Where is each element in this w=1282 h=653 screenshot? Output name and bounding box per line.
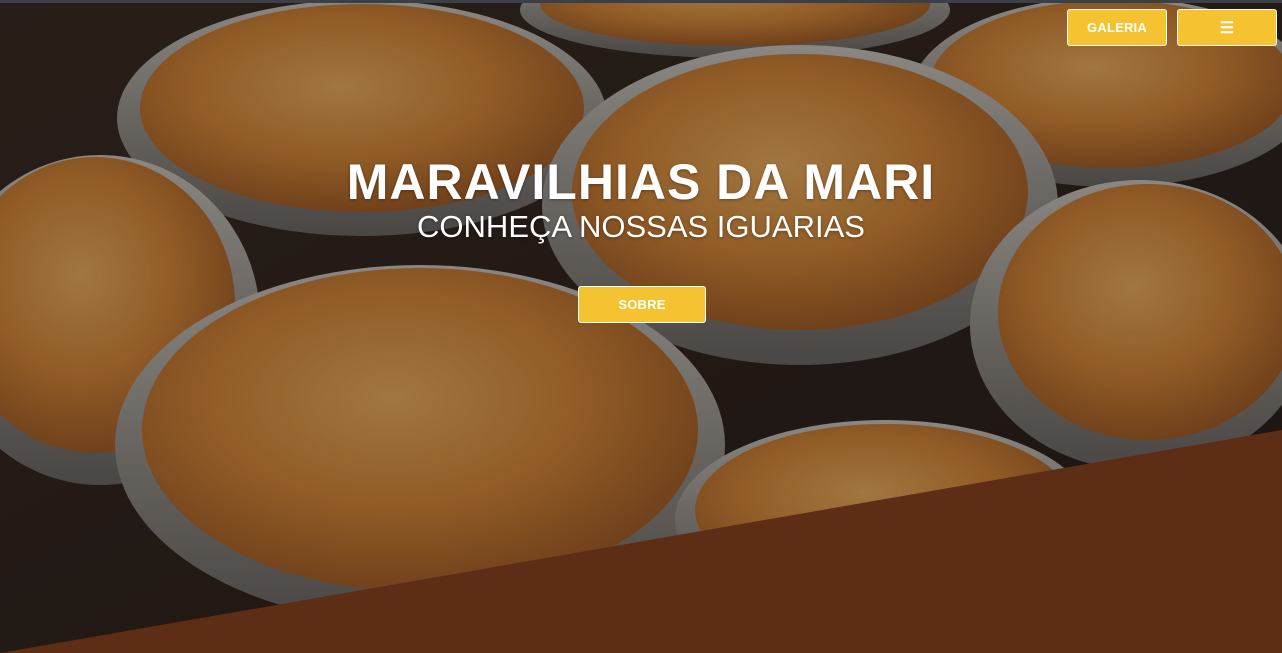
menu-button[interactable]: ☰ xyxy=(1177,9,1277,46)
sobre-button[interactable]: SOBRE xyxy=(578,286,706,323)
galeria-button[interactable]: GALERIA xyxy=(1067,9,1167,46)
hero-section: GALERIA ☰ MARAVILHIAS DA MARI CONHEÇA NO… xyxy=(0,0,1282,653)
top-border xyxy=(0,0,1282,3)
hero-background-image xyxy=(0,0,1282,653)
page-subtitle: CONHEÇA NOSSAS IGUARIAS xyxy=(417,209,865,244)
hero-headline: MARAVILHIAS DA MARI CONHEÇA NOSSAS IGUAR… xyxy=(0,152,1282,244)
top-nav: GALERIA ☰ xyxy=(1067,9,1277,46)
hamburger-menu-icon: ☰ xyxy=(1219,19,1235,37)
page-title: MARAVILHIAS DA MARI xyxy=(346,154,936,210)
